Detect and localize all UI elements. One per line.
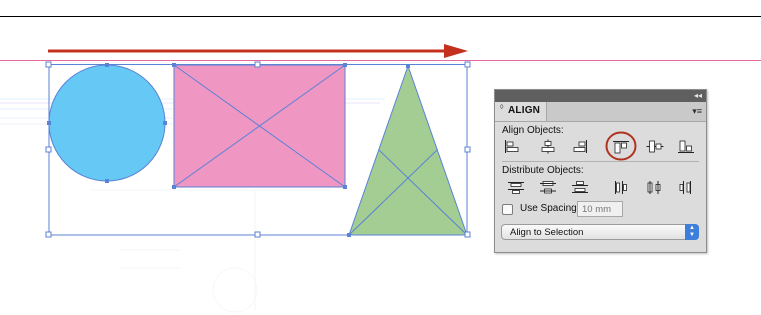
align-left-edges-icon	[505, 140, 519, 153]
align-bottom-edges-icon	[678, 140, 694, 153]
tab-align-label: ALIGN	[508, 105, 541, 116]
align-right-edges-icon	[573, 140, 587, 153]
rectangle-shape[interactable]	[172, 63, 347, 189]
align-horizontal-centers-button[interactable]	[539, 139, 557, 154]
tab-toggle-icon[interactable]: ◊	[500, 104, 503, 111]
panel-menu-icon[interactable]: ▾≡	[692, 106, 702, 116]
direction-arrow	[48, 44, 468, 58]
collapse-panel-icon[interactable]: ◂◂	[694, 91, 702, 101]
use-spacing-label[interactable]: Use Spacing	[520, 203, 577, 214]
align-horizontal-centers-icon	[541, 139, 555, 154]
align-to-select[interactable]: Align to Selection ▲ ▼	[501, 224, 699, 240]
tab-align[interactable]: ◊ ALIGN	[495, 102, 547, 121]
panel-separator	[502, 161, 699, 162]
panel-titlebar[interactable]: ◂◂	[495, 90, 706, 102]
distribute-right-edges-button[interactable]	[677, 180, 695, 195]
align-left-edges-button[interactable]	[503, 139, 521, 154]
selection-handle	[464, 231, 471, 238]
distribute-right-edges-icon	[679, 181, 691, 194]
selection-handle	[254, 231, 261, 238]
distribute-vertical-centers-button[interactable]	[539, 180, 557, 195]
selection-handle	[254, 61, 261, 68]
distribute-top-edges-button[interactable]	[507, 180, 525, 195]
spacing-input[interactable]: 10 mm	[577, 201, 623, 217]
selection-handle	[464, 61, 471, 68]
distribute-left-edges-icon	[615, 181, 627, 194]
selection-handle	[45, 231, 52, 238]
distribute-horizontal-centers-button[interactable]	[646, 180, 664, 195]
align-objects-label: Align Objects:	[502, 125, 564, 136]
use-spacing-checkbox[interactable]	[502, 204, 513, 215]
triangle-shape[interactable]	[347, 64, 469, 237]
selection-handle	[464, 146, 471, 153]
panel-tab-strip: ◊ ALIGN ▾≡	[495, 102, 706, 122]
distribute-top-edges-icon	[508, 182, 524, 194]
align-panel: ◂◂ ◊ ALIGN ▾≡ Align Objects: Distribute …	[494, 89, 707, 253]
align-vertical-centers-icon	[646, 140, 664, 153]
distribute-bottom-edges-button[interactable]	[571, 180, 589, 195]
distribute-left-edges-button[interactable]	[612, 180, 630, 195]
highlight-circle-annotation	[605, 131, 637, 161]
selection-handle	[45, 61, 52, 68]
align-right-edges-button[interactable]	[571, 139, 589, 154]
distribute-bottom-edges-icon	[572, 181, 588, 193]
align-vertical-centers-button[interactable]	[646, 139, 664, 154]
select-arrows-icon: ▲ ▼	[685, 224, 699, 240]
align-bottom-edges-button[interactable]	[677, 139, 695, 154]
circle-shape[interactable]	[47, 63, 167, 183]
selection-handle	[45, 146, 52, 153]
distribute-horizontal-centers-icon	[647, 181, 661, 194]
distribute-vertical-centers-icon	[540, 181, 556, 194]
align-to-select-value: Align to Selection	[510, 227, 584, 238]
distribute-objects-label: Distribute Objects:	[502, 165, 584, 176]
